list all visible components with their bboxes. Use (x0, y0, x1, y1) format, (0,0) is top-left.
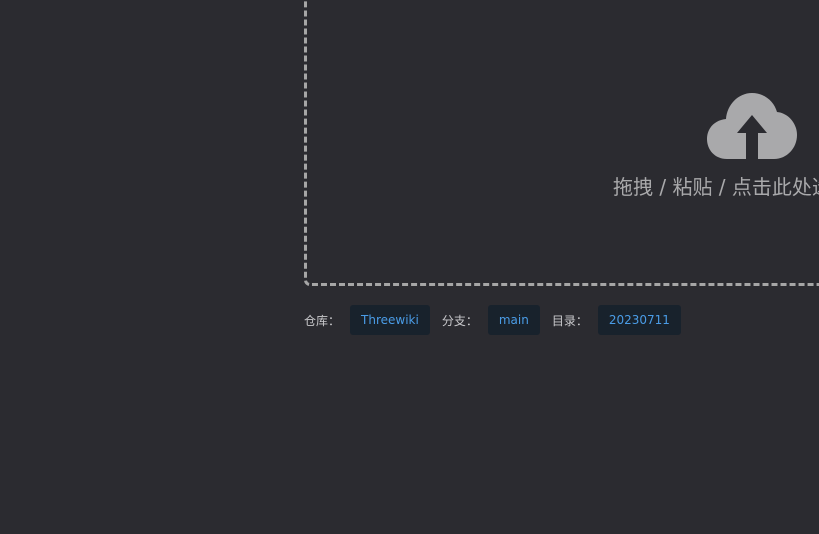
directory-tag[interactable]: 20230711 (597, 305, 681, 335)
repo-label: 仓库： (304, 313, 341, 328)
upload-target-info: 仓库： Threewiki 分支： main 目录： 20230711 (304, 305, 693, 335)
dropzone-instruction: 拖拽 / 粘贴 / 点击此处选 (613, 175, 819, 199)
directory-label: 目录： (551, 313, 588, 328)
cloud-upload-icon (707, 93, 797, 159)
branch-label: 分支： (441, 313, 478, 328)
branch-tag[interactable]: main (487, 305, 540, 335)
repo-tag[interactable]: Threewiki (350, 305, 430, 335)
page: 拖拽 / 粘贴 / 点击此处选 仓库： Threewiki 分支： main 目… (0, 0, 819, 534)
upload-dropzone[interactable]: 拖拽 / 粘贴 / 点击此处选 (304, 0, 819, 286)
